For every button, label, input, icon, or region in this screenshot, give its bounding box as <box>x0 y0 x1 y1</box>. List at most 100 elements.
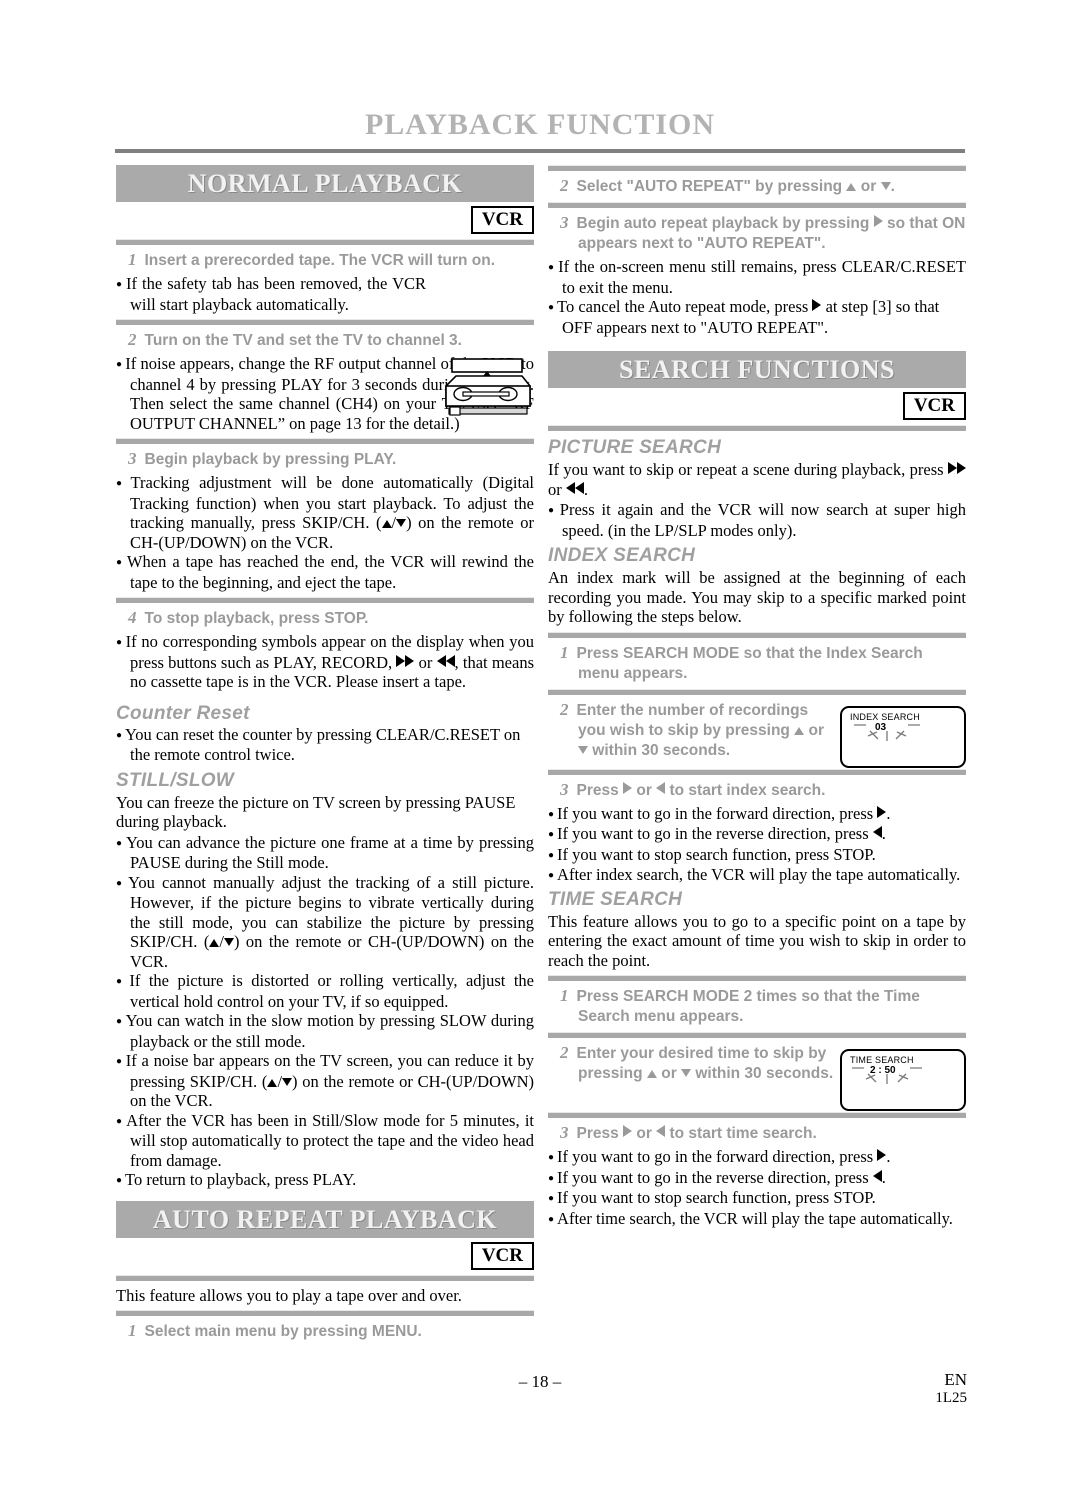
down-arrow-icon <box>681 1069 692 1077</box>
section-heading-auto-repeat-playback: AUTO REPEAT PLAYBACK <box>116 1200 534 1238</box>
play-arrow-icon <box>623 1125 633 1137</box>
step-text-mid: or <box>632 1125 657 1142</box>
text-pre: If you want to go in the reverse directi… <box>557 1167 873 1187</box>
bullet-advance-frame: You can advance the picture one frame at… <box>116 833 534 873</box>
up-arrow-icon <box>267 1078 278 1087</box>
vcr-badge-row-auto-repeat: VCR <box>116 1241 534 1270</box>
manual-page: PLAYBACK FUNCTION NORMAL PLAYBACK VCR 1I… <box>0 0 1080 1487</box>
right-column: 2 Select "AUTO REPEAT" by pressing or . 3… <box>548 165 966 1229</box>
subheading-picture-search: PICTURE SEARCH <box>548 437 722 458</box>
up-arrow-icon <box>381 520 392 528</box>
divider <box>116 319 534 325</box>
reverse-arrow-icon <box>656 781 666 794</box>
step-text-post: to start time search. <box>665 1125 817 1142</box>
step-text: Begin playback by pressing PLAY. <box>144 451 397 468</box>
play-arrow-icon <box>873 215 883 227</box>
step-number: 2 <box>560 699 569 719</box>
subheading-still-slow: STILL/SLOW <box>116 769 235 791</box>
step-normal-3: 3 Begin playback by pressing PLAY. <box>116 449 534 470</box>
paragraph-still-slow-intro: You can freeze the picture on TV screen … <box>116 792 516 832</box>
bullet-slow-motion: You can watch in the slow motion by pres… <box>116 1011 534 1051</box>
bullet-time-after: After time search, the VCR will play the… <box>548 1209 966 1230</box>
subheading-time-search: TIME SEARCH <box>548 888 683 910</box>
step-normal-1: 1 Insert a prerecorded tape. The VCR will… <box>116 250 534 271</box>
step-time-search-3: 3 Press or to start time search. <box>548 1123 966 1144</box>
footer-page-number: – 18 – <box>518 1372 562 1391</box>
step-text: To stop playback, press STOP. <box>144 610 369 627</box>
step-text-post: . <box>890 178 895 195</box>
up-arrow-icon <box>209 939 220 947</box>
divider <box>116 1274 534 1281</box>
vcr-badge: VCR <box>902 392 966 420</box>
osd-time-search-screen: TIME SEARCH 2 : 50 <box>840 1049 966 1111</box>
step-number: 3 <box>560 1123 569 1142</box>
bullet-super-high-speed: Press it again and the VCR will now sear… <box>548 500 966 540</box>
step-text-post: within 30 seconds. <box>588 741 731 759</box>
step-text-mid: or <box>804 721 824 739</box>
step-number: 2 <box>560 1043 569 1062</box>
step-number: 1 <box>560 986 569 1005</box>
step-number: 3 <box>560 213 569 232</box>
bullet-time-forward: If you want to go in the forward directi… <box>548 1147 966 1168</box>
text-mid: or <box>548 479 566 499</box>
divider <box>116 438 534 444</box>
step-text-pre: Begin auto repeat playback by pressing <box>576 215 874 232</box>
step-number: 1 <box>128 250 137 269</box>
step-text-mid: or <box>632 781 657 799</box>
subheading-index-search: INDEX SEARCH <box>548 545 696 566</box>
osd-value: 03 <box>875 721 887 733</box>
bullet-index-after: After index search, the VCR will play th… <box>548 865 966 886</box>
reverse-arrow-icon <box>656 1125 666 1137</box>
text-pre: If you want to go in the forward directi… <box>557 1147 878 1166</box>
step-text: Turn on the TV and set the TV to channel… <box>144 332 463 349</box>
divider <box>116 597 534 603</box>
vcr-badge-row-normal-playback: VCR <box>116 206 534 234</box>
step-normal-2: 2 Turn on the TV and set the TV to channe… <box>116 330 534 351</box>
vhs-cassette-icon <box>434 358 539 420</box>
page-title: PLAYBACK FUNCTION <box>364 108 716 141</box>
bullet-safety-tab: If the safety tab has been removed, the … <box>116 274 534 314</box>
reverse-arrow-icon <box>872 1169 882 1182</box>
bullet-tracking-adjustment: Tracking adjustment will be done automat… <box>116 473 534 552</box>
bullet-return-playback: To return to playback, press PLAY. <box>116 1170 534 1191</box>
divider <box>548 768 966 775</box>
bullet-index-forward: If you want to go in the forward directi… <box>548 804 966 825</box>
bullet-noise-bar: If a noise bar appears on the TV screen,… <box>116 1051 534 1111</box>
step-number: 1 <box>560 642 569 662</box>
step-text-post: within 30 seconds. <box>691 1065 834 1082</box>
vcr-badge: VCR <box>470 206 534 234</box>
rewind-icon <box>436 653 455 672</box>
fast-forward-icon <box>948 460 966 479</box>
text-pre: If you want to go in the forward directi… <box>557 803 878 823</box>
step-auto-repeat-3: 3 Begin auto repeat playback by pressing … <box>548 213 966 254</box>
step-text-pre: Press <box>576 781 624 799</box>
osd-value: 2 : 50 <box>870 1065 896 1076</box>
play-arrow-icon <box>877 805 887 818</box>
paragraph-index-search-intro: An index mark will be assigned at the be… <box>548 568 966 626</box>
divider <box>548 425 966 431</box>
up-arrow-icon <box>794 726 805 735</box>
bullet-time-stop: If you want to stop search function, pre… <box>548 1188 966 1209</box>
play-arrow-icon <box>623 781 633 794</box>
reverse-arrow-icon <box>872 826 882 838</box>
step-number: 3 <box>560 779 569 799</box>
step-text-post: to start index search. <box>665 781 826 799</box>
osd-index-search-screen: INDEX SEARCH 03 <box>840 705 966 768</box>
step-number: 2 <box>560 176 569 195</box>
down-arrow-icon <box>282 1077 293 1086</box>
bullet-no-symbols: If no corresponding symbols appear on th… <box>116 632 534 692</box>
bullet-vertical-hold: If the picture is distorted or rolling v… <box>116 971 534 1011</box>
divider <box>116 1310 534 1316</box>
divider <box>548 202 966 208</box>
bullet-cancel-auto-repeat: To cancel the Auto repeat mode, press at… <box>548 297 966 337</box>
step-text-pre: Select "AUTO REPEAT" by pressing <box>576 178 847 195</box>
divider <box>548 631 966 638</box>
step-index-search-1: 1 Press SEARCH MODE so that the Index Sea… <box>548 643 966 684</box>
bullet-time-reverse: If you want to go in the reverse directi… <box>548 1168 966 1189</box>
rewind-icon <box>565 480 584 499</box>
step-normal-4: 4 To stop playback, press STOP. <box>116 608 534 629</box>
subheading-counter-reset: Counter Reset <box>116 702 250 724</box>
down-arrow-icon <box>578 745 588 754</box>
step-number: 3 <box>128 449 137 468</box>
step-index-search-3: 3 Press or to start index search. <box>548 780 966 801</box>
